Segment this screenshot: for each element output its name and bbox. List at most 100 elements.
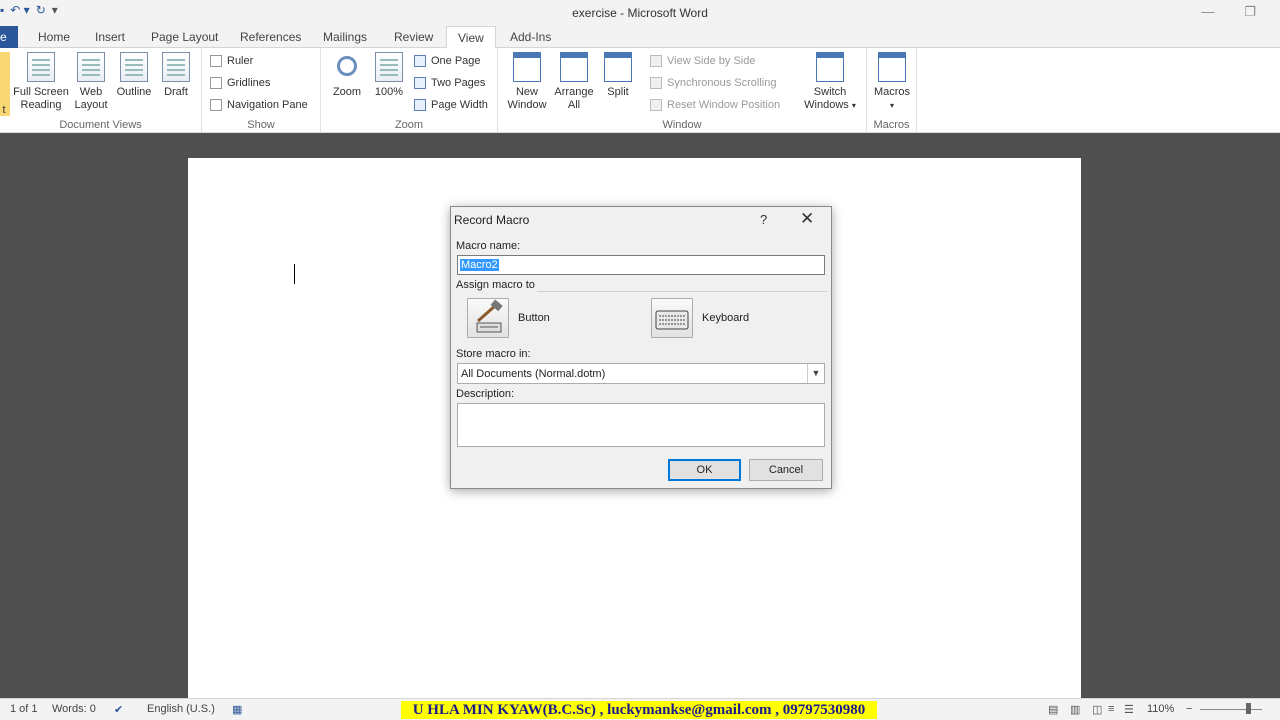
record-macro-dialog: Record Macro ? ✕ Macro name: Macro2 Assi… bbox=[450, 206, 832, 489]
magnifier-icon bbox=[337, 56, 357, 76]
tab-insert[interactable]: Insert bbox=[95, 26, 125, 48]
macros-icon bbox=[878, 52, 906, 82]
button-option-label: Button bbox=[518, 312, 550, 324]
gridlines-checkbox[interactable]: Gridlines bbox=[210, 77, 270, 89]
group-label: Show bbox=[247, 119, 275, 131]
ok-button[interactable]: OK bbox=[668, 459, 741, 481]
full-screen-reading-icon bbox=[27, 52, 55, 82]
assign-button-button[interactable] bbox=[467, 298, 509, 338]
tab-add-ins[interactable]: Add-Ins bbox=[510, 26, 551, 48]
one-page-icon bbox=[414, 55, 426, 67]
group-window: New Window Arrange All Split View Side b… bbox=[498, 48, 867, 133]
group-label: Window bbox=[662, 119, 702, 131]
group-zoom: Zoom 100% One Page Two Pages Page Width … bbox=[321, 48, 498, 133]
split-button[interactable]: Split bbox=[600, 52, 636, 99]
text-cursor bbox=[294, 264, 295, 284]
group-show: Ruler Gridlines Navigation Pane Show bbox=[202, 48, 321, 133]
ribbon-tabs: e Home Insert Page Layout References Mai… bbox=[0, 26, 1280, 49]
page-width-button[interactable]: Page Width bbox=[414, 99, 488, 111]
button-label: Windows ▾ bbox=[804, 99, 856, 111]
draft-button[interactable]: Draft bbox=[158, 52, 194, 99]
macros-button[interactable]: Macros ▾ bbox=[871, 52, 913, 112]
maximize-icon[interactable]: ❐ bbox=[1244, 4, 1256, 20]
macro-name-input[interactable]: Macro2 bbox=[457, 255, 825, 275]
switch-windows-button[interactable]: Switch Windows ▾ bbox=[800, 52, 860, 112]
two-pages-button[interactable]: Two Pages bbox=[414, 77, 485, 89]
reset-position-icon bbox=[650, 99, 662, 111]
tab-mailings[interactable]: Mailings bbox=[323, 26, 367, 48]
page-width-icon bbox=[414, 99, 426, 111]
store-macro-select[interactable]: All Documents (Normal.dotm) ▼ bbox=[457, 363, 825, 384]
zoom-100-button[interactable]: 100% bbox=[371, 52, 407, 99]
dialog-title: Record Macro bbox=[454, 213, 530, 227]
two-pages-icon bbox=[414, 77, 426, 89]
tab-references[interactable]: References bbox=[240, 26, 301, 48]
language-indicator[interactable]: English (U.S.) bbox=[147, 703, 215, 715]
keyboard-icon bbox=[655, 310, 689, 330]
dropdown-arrow-icon: ▾ bbox=[889, 101, 894, 110]
tab-home[interactable]: Home bbox=[38, 26, 70, 48]
window-controls: — ❐ bbox=[1201, 4, 1256, 20]
window-title: exercise - Microsoft Word bbox=[572, 6, 708, 20]
button-label: Outline bbox=[116, 86, 152, 98]
tab-review[interactable]: Review bbox=[394, 26, 433, 48]
page-100-icon bbox=[375, 52, 403, 82]
zoom-out-button[interactable]: − bbox=[1186, 703, 1192, 715]
full-screen-view-icon[interactable]: ▥ bbox=[1070, 703, 1080, 716]
close-icon[interactable]: ✕ bbox=[800, 209, 814, 229]
group-label: Zoom bbox=[394, 119, 424, 131]
button-label: All bbox=[567, 99, 581, 111]
outline-button[interactable]: Outline bbox=[113, 52, 155, 99]
group-label: Macros bbox=[873, 119, 910, 131]
proofing-icon[interactable]: ✔ bbox=[114, 703, 123, 716]
button-label: Arrange bbox=[554, 86, 594, 98]
print-layout-button[interactable]: t bbox=[0, 52, 10, 116]
button-label: Window bbox=[507, 99, 547, 111]
navigation-pane-checkbox[interactable]: Navigation Pane bbox=[210, 99, 308, 111]
assign-macro-label: Assign macro to bbox=[456, 279, 535, 291]
split-icon bbox=[604, 52, 632, 82]
zoom-button[interactable]: Zoom bbox=[329, 52, 365, 99]
button-label: 100% bbox=[374, 86, 404, 98]
new-window-icon bbox=[513, 52, 541, 82]
full-screen-reading-button[interactable]: Full Screen Reading bbox=[12, 52, 70, 112]
chevron-down-icon[interactable]: ▼ bbox=[807, 364, 824, 383]
draft-icon bbox=[162, 52, 190, 82]
web-layout-view-icon[interactable]: ◫ bbox=[1092, 703, 1102, 716]
outline-view-icon[interactable]: ≡ bbox=[1108, 703, 1114, 715]
button-label: Web bbox=[79, 86, 103, 98]
group-document-views: t Full Screen Reading Web Layout Outline… bbox=[0, 48, 202, 133]
word-count[interactable]: Words: 0 bbox=[52, 703, 96, 715]
outline-icon bbox=[120, 52, 148, 82]
button-label: Macros bbox=[873, 86, 911, 98]
zoom-slider-thumb[interactable] bbox=[1246, 703, 1251, 714]
page-count[interactable]: 1 of 1 bbox=[10, 703, 38, 715]
arrange-all-button[interactable]: Arrange All bbox=[552, 52, 596, 112]
new-window-button[interactable]: New Window bbox=[504, 52, 550, 112]
web-layout-button[interactable]: Web Layout bbox=[72, 52, 110, 112]
view-side-by-side-button[interactable]: View Side by Side bbox=[650, 55, 755, 67]
watermark-banner: U HLA MIN KYAW(B.C.Sc) , luckymankse@gma… bbox=[401, 701, 877, 719]
one-page-button[interactable]: One Page bbox=[414, 55, 481, 67]
tab-view[interactable]: View bbox=[446, 26, 496, 49]
tab-page-layout[interactable]: Page Layout bbox=[151, 26, 218, 48]
reset-window-position-button[interactable]: Reset Window Position bbox=[650, 99, 780, 111]
zoom-level[interactable]: 110% bbox=[1147, 703, 1174, 715]
zoom-slider[interactable] bbox=[1200, 709, 1262, 710]
description-label: Description: bbox=[456, 388, 515, 400]
hammer-icon bbox=[476, 299, 503, 333]
button-label: Layout bbox=[74, 99, 108, 111]
button-label: Full Screen bbox=[13, 86, 69, 98]
macro-record-icon[interactable]: ▦ bbox=[232, 703, 242, 716]
print-layout-view-icon[interactable]: ▤ bbox=[1048, 703, 1058, 716]
tab-file[interactable]: e bbox=[0, 26, 18, 48]
ruler-checkbox[interactable]: Ruler bbox=[210, 55, 253, 67]
button-label: Zoom bbox=[332, 86, 362, 98]
synchronous-scrolling-button[interactable]: Synchronous Scrolling bbox=[650, 77, 776, 89]
description-input[interactable] bbox=[457, 403, 825, 447]
cancel-button[interactable]: Cancel bbox=[749, 459, 823, 481]
assign-keyboard-button[interactable] bbox=[651, 298, 693, 338]
minimize-icon[interactable]: — bbox=[1201, 4, 1214, 20]
help-icon[interactable]: ? bbox=[760, 212, 767, 227]
draft-view-icon[interactable]: ☰ bbox=[1124, 703, 1134, 716]
